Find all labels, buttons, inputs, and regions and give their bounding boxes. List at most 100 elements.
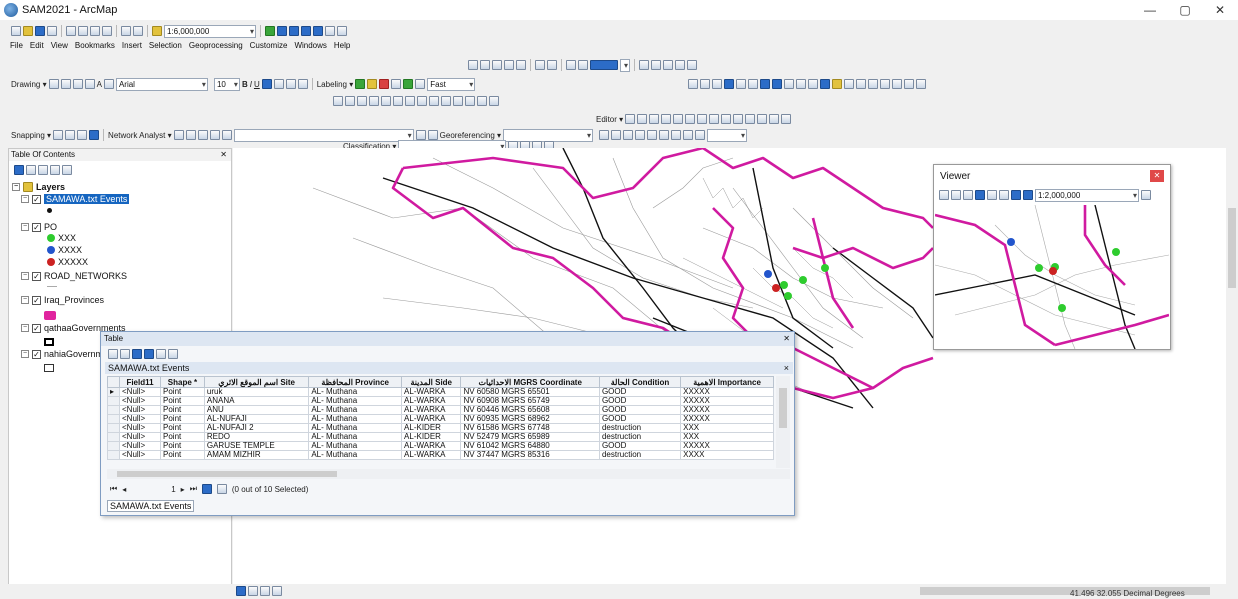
sketch-properties-icon[interactable]	[769, 114, 780, 124]
maximize-button[interactable]: ▢	[1175, 3, 1195, 17]
site-point[interactable]	[799, 276, 807, 284]
table-row[interactable]: <Null> Point ANU AL- Muthana AL-WARKA NV 6044…	[107, 405, 774, 415]
site-point[interactable]	[764, 270, 772, 278]
show-all-records-icon[interactable]	[201, 484, 212, 494]
pause-labeling-icon[interactable]	[403, 79, 414, 89]
clear-selection-icon[interactable]	[796, 79, 806, 89]
column-header[interactable]: الحالة Condition	[598, 376, 682, 388]
column-header[interactable]: الاهمية Importance	[680, 376, 774, 388]
callout-icon[interactable]	[103, 79, 114, 89]
label-weights-icon[interactable]	[379, 79, 390, 89]
menu-edit[interactable]: Edit	[30, 41, 44, 55]
labeling-menu[interactable]: Labeling ▾	[317, 80, 354, 89]
row-selector[interactable]	[107, 414, 120, 424]
font-color-icon[interactable]	[261, 79, 272, 89]
network-analyst-menu[interactable]: Network Analyst ▾	[108, 131, 172, 140]
previous-record-icon[interactable]: ◂	[122, 485, 126, 494]
viewer-pan-icon[interactable]	[963, 190, 973, 200]
viewer-menu-icon[interactable]	[1141, 190, 1151, 200]
switch-selection-icon[interactable]	[144, 349, 154, 359]
viewer-zoom-out-icon[interactable]	[951, 190, 961, 200]
bold-button[interactable]: B	[242, 80, 248, 89]
search-window-icon[interactable]	[301, 26, 311, 36]
identify-icon[interactable]	[820, 79, 830, 89]
find-icon[interactable]	[868, 79, 878, 89]
network-window-icon[interactable]	[173, 130, 184, 140]
goto-xy-icon[interactable]	[892, 79, 902, 89]
print-icon[interactable]	[47, 26, 57, 36]
layers-group[interactable]: − Layers	[12, 182, 65, 192]
menu-selection[interactable]: Selection	[149, 41, 182, 55]
scroll-thumb[interactable]	[117, 471, 337, 477]
html-popup-icon[interactable]	[844, 79, 854, 89]
viewer-forward-icon[interactable]	[1023, 190, 1033, 200]
forward-extent-icon[interactable]	[772, 79, 782, 89]
layout-view-icon[interactable]	[248, 586, 258, 596]
save-icon[interactable]	[35, 26, 45, 36]
edge-snapping-icon[interactable]	[89, 130, 100, 140]
rotate-edit-icon[interactable]	[745, 114, 756, 124]
scroll-thumb[interactable]	[1228, 208, 1236, 288]
column-header[interactable]: Field11	[118, 376, 162, 388]
table-row[interactable]: ▸ <Null> Point uruk AL- Muthana AL-WARKA NV 60…	[107, 387, 774, 397]
new-icon[interactable]	[11, 26, 21, 36]
label-priority-icon[interactable]	[367, 79, 378, 89]
column-header[interactable]: اسم الموقع الاثري Site	[203, 376, 310, 388]
undo-icon[interactable]	[121, 26, 131, 36]
layer-checkbox[interactable]: ✓	[32, 222, 41, 232]
select-features-icon[interactable]	[784, 79, 794, 89]
table-row[interactable]: <Null> Point AL-NUFAJI 2 AL- Muthana AL-KIDE…	[107, 423, 774, 433]
directions-icon[interactable]	[221, 130, 232, 140]
point-icon[interactable]	[685, 114, 696, 124]
italic-button[interactable]: I	[250, 80, 252, 89]
snapping-menu[interactable]: Snapping ▾	[11, 131, 51, 140]
show-selected-records-icon[interactable]	[216, 484, 227, 494]
menu-windows[interactable]: Windows	[294, 41, 326, 55]
table-tab[interactable]: SAMAWA.txt Events	[107, 500, 195, 512]
table-row[interactable]: <Null> Point ANANA AL- Muthana AL-WARKA NV 60…	[107, 396, 774, 406]
drawing-menu[interactable]: Drawing ▾	[11, 80, 47, 89]
table-row[interactable]: <Null> Point GARUSE TEMPLE AL- Muthana AL-WA…	[107, 441, 774, 451]
site-point[interactable]	[772, 284, 780, 292]
po-class-xxxx[interactable]: XXXX	[47, 245, 82, 255]
row-selector[interactable]	[107, 432, 120, 442]
select-elements-tool-icon[interactable]	[808, 79, 818, 89]
layer-checkbox[interactable]: ✓	[32, 271, 41, 281]
layer-checkbox[interactable]: ✓	[32, 194, 41, 204]
viewer-window-icon[interactable]	[916, 79, 926, 89]
toc-window-icon[interactable]	[277, 26, 287, 36]
layer-samawa-events[interactable]: − ✓ SAMAWA.txt Events	[21, 194, 130, 204]
back-extent-icon[interactable]	[760, 79, 770, 89]
viewer-scale-combo[interactable]: 1:2,000,000	[1035, 188, 1139, 202]
add-data-icon[interactable]	[152, 26, 162, 36]
table-row[interactable]: <Null> Point AL-NUFAJI AL- Muthana AL-WARKA N…	[107, 414, 774, 424]
full-extent-icon[interactable]	[724, 79, 734, 89]
select-network-location-icon[interactable]	[197, 130, 208, 140]
edit-annotation-icon[interactable]	[637, 114, 648, 124]
layer-road-networks[interactable]: − ✓ ROAD_NETWORKS	[21, 271, 127, 281]
table-layer-close-icon[interactable]: ×	[784, 362, 789, 374]
create-features-icon[interactable]	[781, 114, 792, 124]
delete-icon[interactable]	[102, 26, 112, 36]
samawa-symbol[interactable]	[47, 208, 52, 213]
cut-polygons-icon[interactable]	[721, 114, 732, 124]
toc-close-icon[interactable]: ✕	[220, 149, 227, 161]
line-color-icon[interactable]	[285, 79, 296, 89]
layer-iraq-provinces[interactable]: − ✓ Iraq_Provinces	[21, 295, 104, 305]
time-slider-icon[interactable]	[904, 79, 914, 89]
copy-icon[interactable]	[78, 26, 88, 36]
layer-checkbox[interactable]: ✓	[32, 323, 41, 333]
column-header[interactable]: الاحداثيات MGRS Coordinate	[460, 376, 600, 388]
viewer-fixed-zoom-out-icon[interactable]	[999, 190, 1009, 200]
table-horizontal-scrollbar[interactable]	[107, 469, 790, 479]
table-options-icon[interactable]	[108, 349, 118, 359]
open-icon[interactable]	[23, 26, 33, 36]
viewer-back-icon[interactable]	[1011, 190, 1021, 200]
menu-file[interactable]: File	[10, 41, 23, 55]
column-header[interactable]: Shape *	[160, 376, 205, 388]
list-by-visibility-icon[interactable]	[38, 165, 48, 175]
paste-icon[interactable]	[90, 26, 100, 36]
fill-color-icon[interactable]	[273, 79, 284, 89]
row-selector[interactable]	[107, 450, 120, 460]
fixed-zoom-in-icon[interactable]	[736, 79, 746, 89]
